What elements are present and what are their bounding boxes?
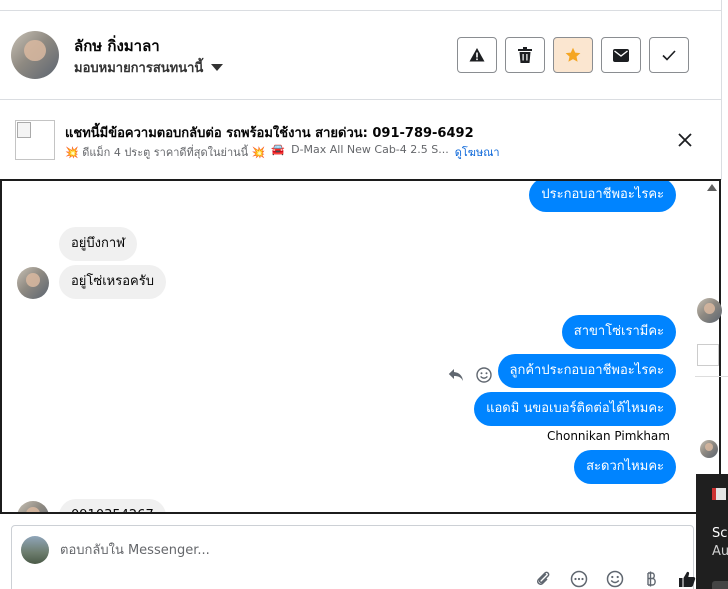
message-thread[interactable]: ประกอบอาชีพอะไรคะ อยู่บึงกาฬ อยู่โซ่เหรอ… bbox=[0, 179, 721, 514]
like-icon[interactable] bbox=[678, 570, 696, 588]
sender-name: Chonnikan Pimkham bbox=[547, 429, 670, 443]
attach-icon[interactable] bbox=[534, 570, 552, 588]
header-actions bbox=[457, 37, 689, 73]
ad-banner-title: แชทนี้มีข้อความตอบกลับต่อ รถพร้อมใช้งาน … bbox=[65, 126, 474, 141]
message-bubble-incoming[interactable]: อยู่บึงกาฬ bbox=[59, 227, 138, 261]
report-button[interactable] bbox=[457, 37, 497, 73]
reply-icon[interactable] bbox=[448, 368, 464, 382]
reply-composer bbox=[11, 525, 696, 589]
message-bubble-incoming[interactable]: อยู่โซ่เหรอครับ bbox=[59, 265, 166, 299]
mail-icon bbox=[613, 48, 629, 62]
notification-title: Scr bbox=[712, 526, 728, 541]
view-ad-link[interactable]: ดูโฆษณา bbox=[455, 143, 500, 161]
contact-avatar[interactable] bbox=[11, 31, 59, 79]
car-icon: 🚘 bbox=[271, 143, 286, 156]
scroll-up-arrow-icon[interactable] bbox=[707, 184, 717, 191]
screenshot-icon bbox=[712, 488, 726, 500]
composer-tools bbox=[534, 570, 696, 588]
ad-context-banner: แชทนี้มีข้อความตอบกลับต่อ รถพร้อมใช้งาน … bbox=[0, 101, 721, 179]
side-panel-thumbnail bbox=[697, 344, 719, 366]
ad-banner-subtitle-row: 💥 ดีแม็ก 4 ประตู ราคาดีที่สุดในย่านนี้ 💥… bbox=[65, 143, 500, 161]
emoji-icon[interactable] bbox=[606, 570, 624, 588]
notification-subtitle: Au bbox=[712, 544, 728, 559]
message-bubble-outgoing[interactable]: แอดมิ นขอเบอร์ติดต่อได้ไหมคะ bbox=[474, 392, 676, 426]
message-bubble-incoming[interactable]: 0910354267 bbox=[59, 499, 166, 512]
caret-down-icon bbox=[211, 64, 224, 71]
page-avatar bbox=[21, 536, 49, 564]
message-hover-actions bbox=[448, 367, 492, 383]
check-icon bbox=[662, 49, 676, 61]
reply-input[interactable] bbox=[60, 540, 560, 560]
ad-subtitle: 💥 ดีแม็ก 4 ประตู ราคาดีที่สุดในย่านนี้ 💥 bbox=[65, 146, 266, 159]
side-panel-avatar[interactable] bbox=[700, 440, 718, 458]
assign-conversation-dropdown[interactable]: มอบหมายการสนทนานี้ bbox=[74, 57, 224, 78]
message-bubble-outgoing[interactable]: ลูกค้าประกอบอาชีพอะไรคะ bbox=[497, 354, 676, 388]
mark-done-button[interactable] bbox=[649, 37, 689, 73]
trash-icon bbox=[518, 47, 532, 63]
ad-product: D-Max All New Cab-4 2.5 S... bbox=[291, 143, 449, 156]
message-bubble-outgoing[interactable]: ประกอบอาชีพอะไรคะ bbox=[529, 181, 676, 212]
conversation-header: ลักษ กิ่งมาลา มอบหมายการสนทนานี้ bbox=[0, 11, 721, 100]
message-bubble-outgoing[interactable]: สะดวกไหมคะ bbox=[574, 450, 676, 484]
report-icon bbox=[469, 48, 485, 62]
baht-icon[interactable] bbox=[642, 570, 660, 588]
assign-label: มอบหมายการสนทนานี้ bbox=[74, 61, 204, 76]
contact-name[interactable]: ลักษ กิ่งมาลา bbox=[74, 34, 160, 58]
notification-button[interactable] bbox=[712, 581, 728, 589]
ad-thumbnail bbox=[15, 120, 55, 160]
delete-button[interactable] bbox=[505, 37, 545, 73]
side-panel-avatar[interactable] bbox=[697, 298, 722, 323]
contact-avatar-small bbox=[17, 501, 49, 512]
star-icon bbox=[565, 47, 581, 62]
notification-panel[interactable]: Scr Au bbox=[696, 474, 728, 589]
message-bubble-outgoing[interactable]: สาขาโซ่เรามีคะ bbox=[561, 315, 676, 349]
emoji-reaction-icon[interactable] bbox=[476, 367, 492, 383]
contact-avatar-small bbox=[17, 267, 49, 299]
inbox-conversation-view: ลักษ กิ่งมาลา มอบหมายการสนทนานี้ แชทนี้ม… bbox=[0, 0, 728, 589]
close-icon[interactable] bbox=[676, 131, 694, 149]
divider bbox=[721, 0, 722, 180]
more-icon[interactable] bbox=[570, 570, 588, 588]
mark-unread-button[interactable] bbox=[601, 37, 641, 73]
star-button[interactable] bbox=[553, 37, 593, 73]
divider bbox=[695, 376, 728, 377]
